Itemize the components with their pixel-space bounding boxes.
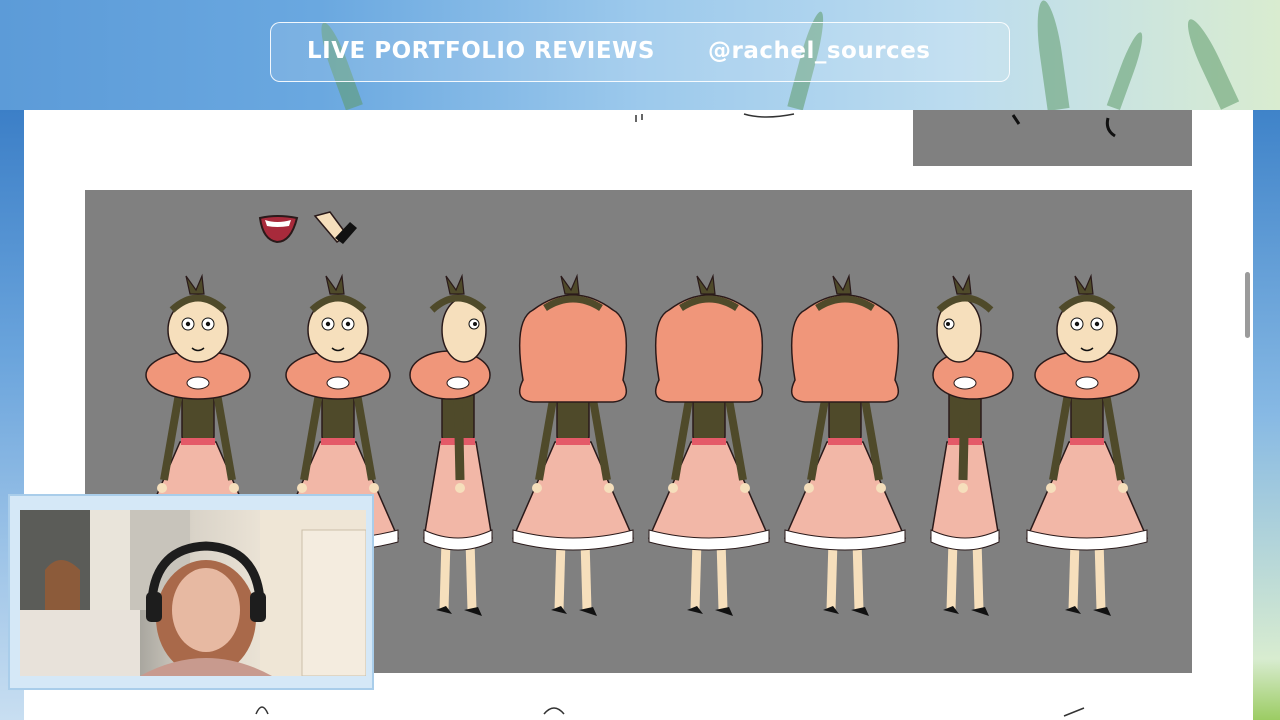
webcam-feed xyxy=(20,510,366,676)
character-view-tq-back-left xyxy=(783,273,907,616)
grass-blade xyxy=(1180,15,1240,110)
stream-banner: LIVE PORTFOLIO REVIEWS @rachel_sources xyxy=(0,0,1280,110)
banner-title: LIVE PORTFOLIO REVIEWS xyxy=(307,38,655,64)
grass-blade xyxy=(1032,0,1070,110)
previous-artwork-sketch xyxy=(1011,114,1116,138)
partial-sketch-bottom xyxy=(255,706,1085,717)
character-view-side-right xyxy=(409,273,493,616)
character-view-back xyxy=(647,273,771,616)
grass-blade xyxy=(1106,30,1148,110)
scrollbar-thumb[interactable] xyxy=(1245,272,1250,338)
character-view-tq-back-right xyxy=(511,273,635,616)
streamer-handle: @rachel_sources xyxy=(708,38,931,64)
character-view-tq-left xyxy=(1025,273,1149,616)
webcam-scene xyxy=(20,510,366,676)
previous-artwork-panel xyxy=(913,110,1192,166)
webcam-overlay xyxy=(8,494,374,690)
background-right-edge xyxy=(1252,110,1280,720)
character-view-side-left xyxy=(930,273,1014,616)
mouth-detail xyxy=(258,215,299,244)
hand-detail xyxy=(313,211,357,244)
